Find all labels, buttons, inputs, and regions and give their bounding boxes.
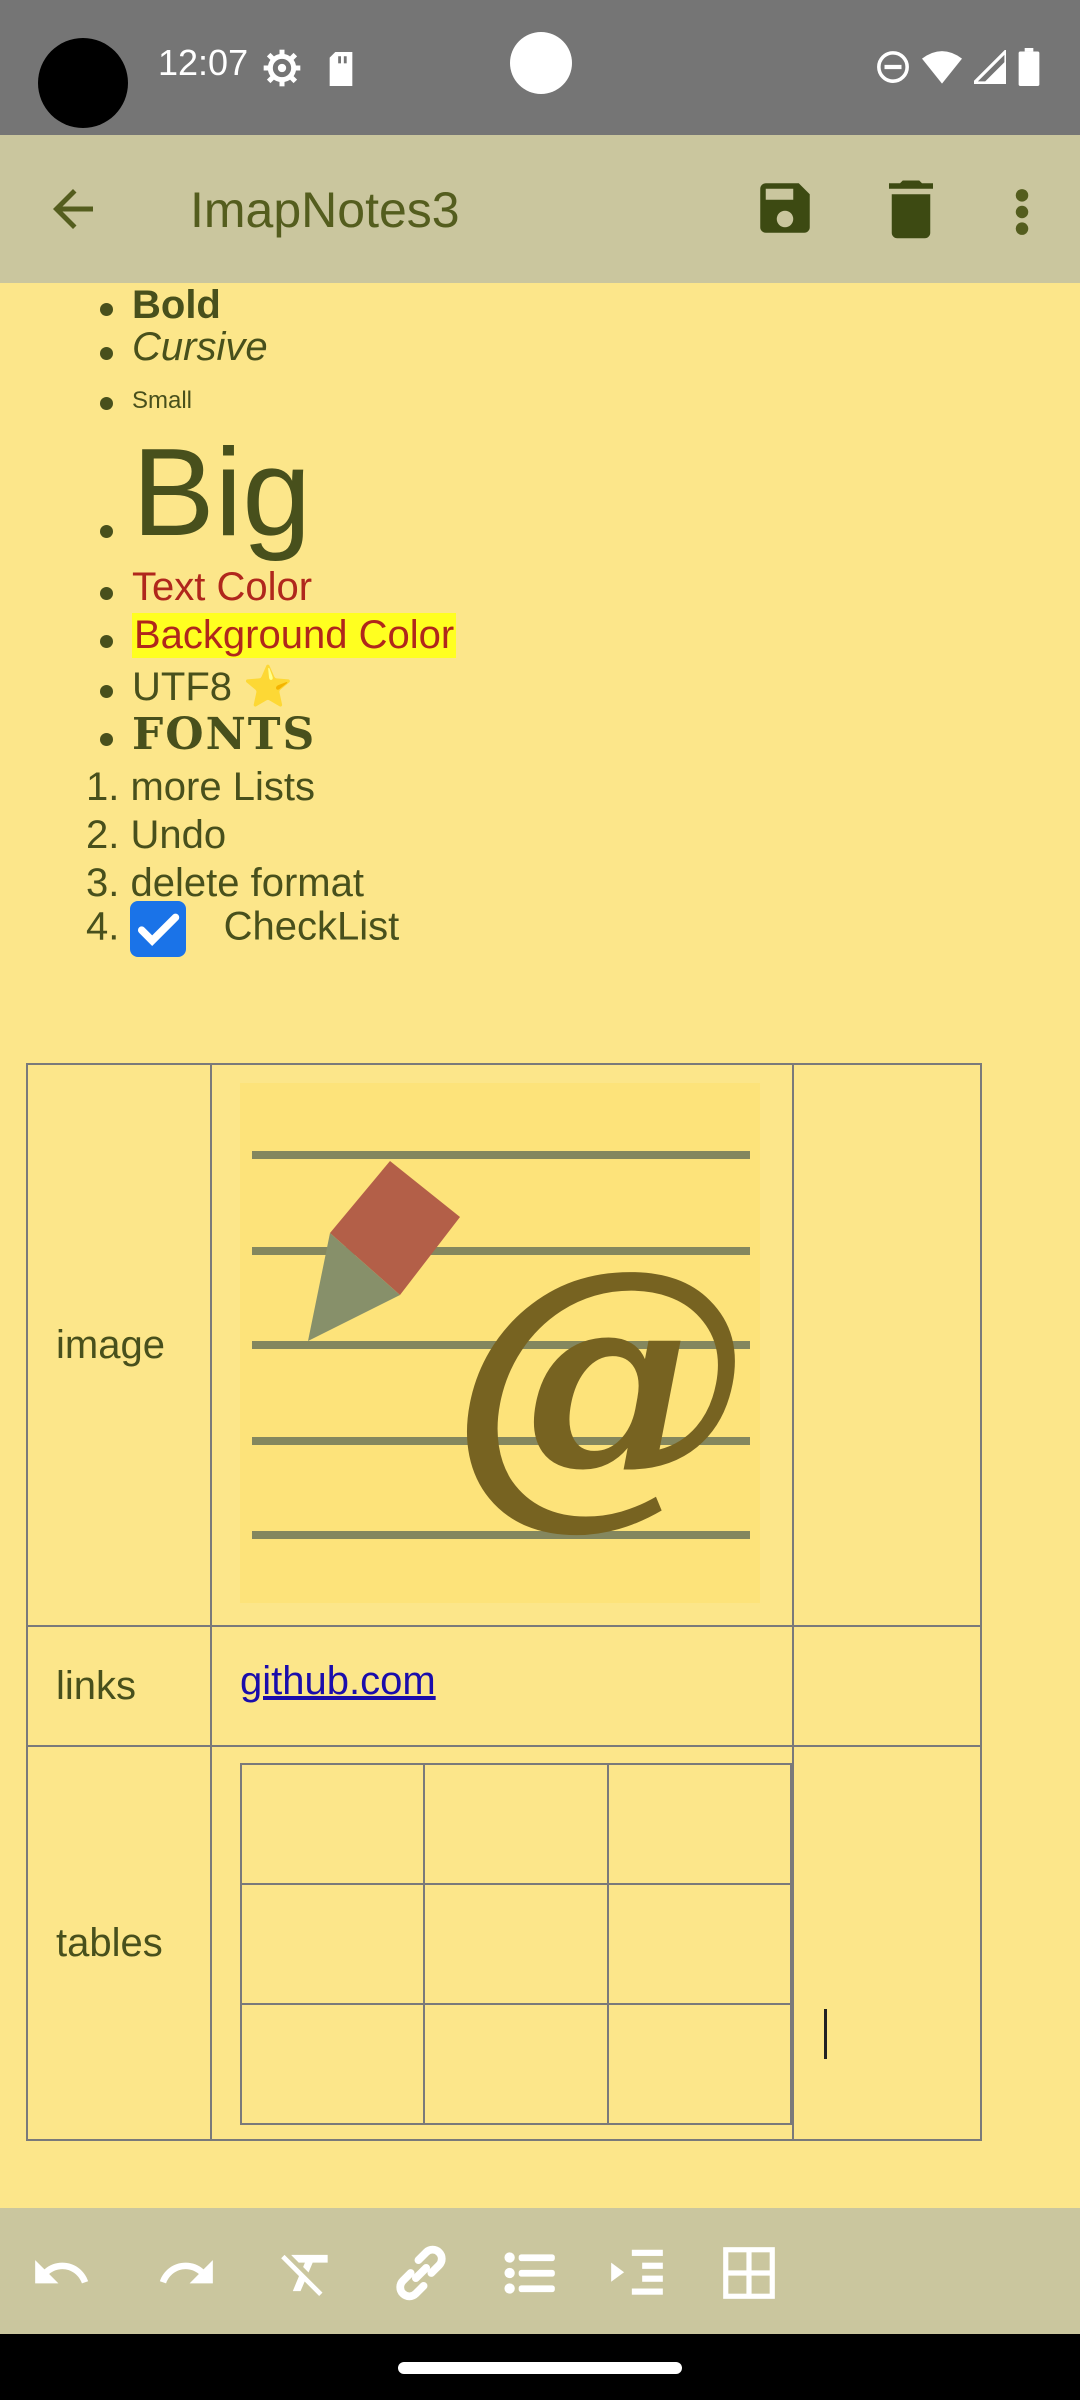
list-item-small: Small [99, 387, 193, 414]
numbered-item-2: 2. Undo [86, 813, 226, 858]
table-cell[interactable]: tables [26, 1745, 212, 2141]
list-item-text-color: Text Color [99, 565, 313, 609]
list-item-big: Big [99, 424, 312, 562]
star-emoji: ⭐ [243, 665, 293, 709]
table-cell[interactable]: image [26, 1063, 212, 1627]
status-time: 12:07 [158, 42, 249, 83]
nested-table-cell[interactable] [423, 1883, 609, 2005]
more-vert-icon[interactable] [1010, 187, 1034, 237]
text-cursor [824, 2009, 827, 2059]
nested-table [239, 1763, 793, 2125]
item-number: 2. [86, 813, 120, 857]
sd-card-icon [329, 52, 353, 86]
nested-table-cell[interactable] [423, 2003, 609, 2125]
do-not-disturb-icon [877, 51, 909, 83]
redo-icon[interactable] [156, 2242, 218, 2304]
save-icon[interactable] [752, 175, 818, 241]
table-cell[interactable]: links [26, 1625, 212, 1747]
table-cell[interactable] [792, 1745, 982, 2141]
github-link[interactable]: github.com [240, 1659, 436, 1704]
table-row: links github.com [26, 1625, 982, 1747]
item-text: Undo [130, 813, 227, 857]
cell-signal-icon [974, 50, 1006, 84]
table-cell[interactable]: github.com [210, 1625, 794, 1747]
nested-table-cell[interactable] [239, 1763, 426, 1885]
nested-table-cell[interactable] [606, 2003, 793, 2125]
nested-table-row [239, 1763, 793, 1885]
table-icon[interactable] [718, 2242, 780, 2304]
back-arrow-icon[interactable] [40, 179, 106, 239]
home-gesture-handle[interactable] [398, 2362, 682, 2374]
list-item-bold: Bold [100, 283, 221, 327]
item-number: 3. [86, 861, 120, 905]
item-text: delete format [130, 861, 364, 905]
app-title: ImapNotes3 [190, 182, 460, 238]
camera-cutout [38, 38, 128, 128]
nested-table-row [239, 2003, 793, 2125]
checkmark-icon [138, 913, 180, 946]
item-text: CheckList [223, 904, 400, 949]
item-text: more Lists [130, 765, 315, 809]
note-editor[interactable]: Bold Cursive Small Big Text Color Backgr… [0, 283, 1080, 2208]
nested-table-row [239, 1883, 793, 2005]
numbered-item-1: 1. more Lists [86, 765, 315, 810]
item-number: 1. [86, 765, 120, 809]
nested-table-cell[interactable] [606, 1763, 793, 1885]
utf8-label: UTF8 [132, 665, 232, 709]
format-toolbar [0, 2208, 1080, 2334]
table-cell[interactable] [792, 1063, 982, 1627]
front-camera [510, 32, 572, 94]
battery-icon [1018, 48, 1040, 86]
numbered-item-4: 4. CheckList [86, 901, 399, 957]
nested-table-cell[interactable] [239, 1883, 426, 2005]
nested-table-cell[interactable] [606, 1883, 793, 2005]
item-number: 4. [86, 904, 120, 949]
indent-icon[interactable] [606, 2242, 668, 2304]
list-item-utf8: UTF8 ⭐ [100, 663, 293, 710]
note-table: image @ links github.com tables [26, 1063, 982, 2141]
list-item-cursive: Cursive [100, 325, 268, 369]
list-item-fonts: FONTS [99, 709, 317, 760]
nested-table-cell[interactable] [423, 1763, 609, 1885]
system-nav-bar [0, 2334, 1080, 2400]
delete-icon[interactable] [886, 175, 936, 241]
clear-format-icon[interactable] [276, 2242, 338, 2304]
svg-text:@: @ [450, 1201, 750, 1554]
table-row: tables [26, 1745, 982, 2141]
undo-icon[interactable] [30, 2242, 92, 2304]
link-icon[interactable] [390, 2242, 452, 2304]
table-row: image @ [26, 1063, 982, 1627]
bullet-list-icon[interactable] [498, 2242, 560, 2304]
list-item-background-color: Background Color [99, 613, 457, 658]
imapnotes-logo-image: @ [240, 1083, 760, 1603]
table-cell[interactable]: @ [210, 1063, 794, 1627]
status-bar: 12:07 [0, 0, 1080, 135]
numbered-item-3: 3. delete format [86, 861, 364, 906]
app-bar: ImapNotes3 [0, 135, 1080, 283]
status-icons [876, 48, 1040, 86]
table-cell[interactable] [792, 1625, 982, 1747]
settings-gear-icon [263, 49, 301, 87]
table-cell[interactable] [210, 1745, 827, 2141]
checklist-checkbox[interactable] [130, 901, 187, 957]
nested-table-cell[interactable] [239, 2003, 426, 2125]
wifi-icon [922, 51, 962, 84]
